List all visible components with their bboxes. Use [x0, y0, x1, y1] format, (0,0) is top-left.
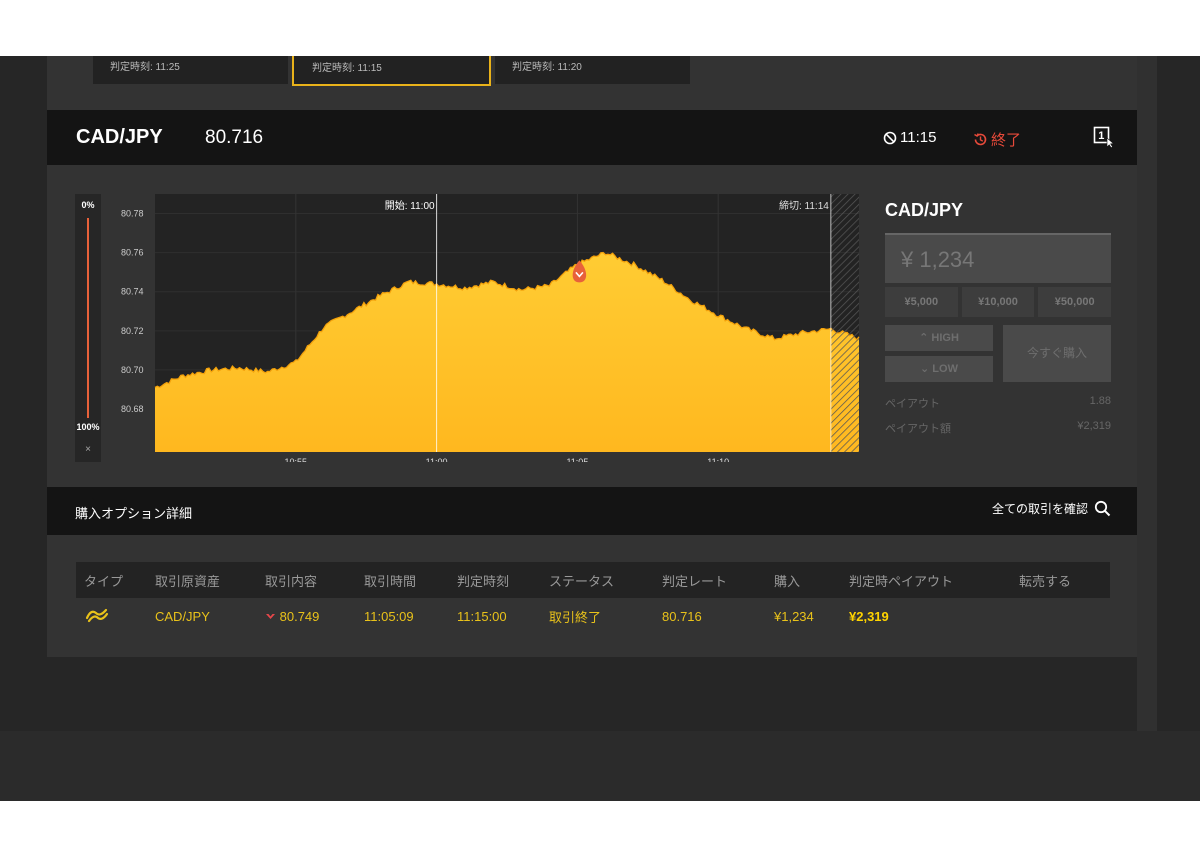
- gauge-bottom-label: 100%: [76, 422, 100, 432]
- status-cell: 取引終了: [549, 609, 602, 625]
- x-tick-label: 11:05: [566, 457, 588, 462]
- content-cell: 80.749: [265, 609, 364, 624]
- header-resale: 転売する: [1019, 573, 1072, 589]
- gauge-top-label: 0%: [81, 200, 95, 210]
- content-value: 80.749: [279, 608, 320, 624]
- x-tick-label: 11:00: [426, 457, 448, 462]
- trade-panel: CAD/JPY ¥ 1,234 ¥5,000 ¥10,000 ¥50,000 ⌃…: [885, 196, 1112, 436]
- search-icon: [1094, 500, 1111, 517]
- preset-50000-button[interactable]: ¥50,000: [1038, 287, 1112, 317]
- high-button-label: HIGH: [931, 332, 959, 344]
- asset-header: CAD/JPY 80.716 11:15 終了 1: [47, 110, 1137, 165]
- header-time: 取引時間: [364, 573, 417, 589]
- history-icon: [974, 133, 987, 146]
- arrow-up-icon: ⌃: [919, 332, 932, 344]
- y-tick-label: 80.74: [121, 287, 144, 297]
- single-chart-layout-icon[interactable]: 1: [1093, 126, 1115, 148]
- header-payout: 判定時ペイアウト: [849, 573, 954, 589]
- purchase-cell: ¥1,234: [774, 608, 814, 624]
- amount-input[interactable]: ¥ 1,234: [885, 233, 1111, 283]
- expiry-card-label: 判定時刻: 11:25: [110, 62, 180, 73]
- footer-band: [0, 731, 1200, 801]
- low-direction-icon: [266, 613, 275, 619]
- payout-value: 1.88: [1089, 395, 1111, 407]
- payout-label: ペイアウト: [885, 398, 940, 410]
- trade-type-icon: [85, 608, 109, 622]
- low-button[interactable]: ⌄ LOW: [885, 356, 993, 382]
- y-tick-label: 80.78: [121, 209, 144, 219]
- rate-cell: 80.716: [662, 608, 702, 624]
- payout-gauge: 0% 100% ×: [75, 194, 101, 462]
- all-trades-label: 全ての取引を確認: [991, 502, 1088, 516]
- app-screen: 判定時刻: 11:25 判定時刻: 11:15 判定時刻: 11:20 CAD/…: [0, 56, 1200, 801]
- price-chart: 80.78 80.76 80.74 80.72 80.70 80.68 10:55 11:00…: [121, 194, 860, 462]
- options-header: 購入オプション詳細 全ての取引を確認: [47, 487, 1137, 535]
- y-tick-label: 80.70: [121, 365, 144, 375]
- high-button[interactable]: ⌃ HIGH: [885, 325, 993, 351]
- asset-name: CAD/JPY: [76, 126, 163, 148]
- header-purchase: 購入: [774, 573, 801, 589]
- expiry-card-1125[interactable]: 判定時刻: 11:25: [93, 56, 288, 84]
- asset-cell: CAD/JPY: [155, 608, 210, 624]
- expiry-timer: 11:15: [883, 129, 936, 146]
- expiry-card-label: 判定時刻: 11:15: [312, 63, 382, 74]
- main-content: 判定時刻: 11:25 判定時刻: 11:15 判定時刻: 11:20 CAD/…: [47, 56, 1137, 657]
- table-header: タイプ 取引原資産 取引内容 取引時間 判定時刻 ステータス 判定レート 購入 …: [76, 562, 1110, 598]
- type-cell: [76, 607, 153, 626]
- table-row[interactable]: CAD/JPY 80.749 11:05:09 11:15:00 取引終了 80…: [76, 598, 1110, 634]
- buy-now-button[interactable]: 今すぐ購入: [1003, 325, 1111, 382]
- trade-table: タイプ 取引原資産 取引内容 取引時間 判定時刻 ステータス 判定レート 購入 …: [76, 562, 1110, 634]
- header-judgment-time: 判定時刻: [457, 573, 510, 589]
- right-gutter: [1137, 56, 1157, 731]
- all-trades-link[interactable]: 全ての取引を確認: [992, 500, 1111, 517]
- gauge-bar: [87, 218, 89, 418]
- asset-price: 80.716: [205, 127, 264, 148]
- layout-icon-number: 1: [1098, 130, 1104, 142]
- preset-5000-button[interactable]: ¥5,000: [885, 287, 958, 317]
- header-asset: 取引原資産: [155, 573, 221, 589]
- time-cell: 11:05:09: [364, 608, 414, 624]
- header-type: タイプ: [84, 573, 124, 589]
- arrow-down-icon: ⌄: [920, 363, 933, 375]
- expiry-timer-value: 11:15: [900, 129, 937, 146]
- start-label: 開始: 11:00: [385, 199, 435, 212]
- action-row: ⌃ HIGH ⌄ LOW 今すぐ購入: [885, 325, 1111, 385]
- chart-panel: 0% 100% × 80.78 80.76 80.74 80.72 80.70 80.68…: [75, 194, 860, 462]
- expiry-card-label: 判定時刻: 11:20: [512, 62, 582, 73]
- expiry-card-1120[interactable]: 判定時刻: 11:20: [495, 56, 690, 84]
- judgment-time-cell: 11:15:00: [457, 608, 507, 624]
- y-tick-label: 80.72: [121, 326, 144, 336]
- expiry-card-1115[interactable]: 判定時刻: 11:15: [292, 56, 491, 86]
- options-title: 購入オプション詳細: [75, 506, 193, 521]
- amount-presets: ¥5,000 ¥10,000 ¥50,000: [885, 287, 1112, 317]
- preset-10000-button[interactable]: ¥10,000: [961, 287, 1035, 317]
- payout-amount-value: ¥2,319: [1077, 420, 1111, 432]
- payout-rate-row: ペイアウト 1.88: [885, 395, 1111, 411]
- x-tick-label: 11:10: [707, 457, 729, 462]
- payout-cell: ¥2,319: [849, 608, 889, 624]
- end-label: 締切: 11:14: [779, 199, 829, 212]
- header-status: ステータス: [549, 573, 615, 589]
- status-ended-label: 終了: [991, 132, 1022, 149]
- no-entry-icon: [883, 131, 897, 144]
- x-tick-label: 10:55: [285, 457, 308, 462]
- header-rate: 判定レート: [662, 573, 728, 589]
- header-content: 取引内容: [265, 573, 318, 589]
- gauge-close-icon[interactable]: ×: [75, 444, 101, 455]
- y-tick-label: 80.76: [121, 248, 144, 258]
- closed-region: [830, 194, 859, 452]
- low-button-label: LOW: [932, 363, 958, 375]
- status-ended: 終了: [973, 129, 1021, 150]
- trade-panel-asset: CAD/JPY: [885, 200, 964, 220]
- y-tick-label: 80.68: [121, 404, 144, 414]
- payout-amount-label: ペイアウト額: [885, 423, 951, 435]
- payout-amount-row: ペイアウト額 ¥2,319: [885, 420, 1111, 436]
